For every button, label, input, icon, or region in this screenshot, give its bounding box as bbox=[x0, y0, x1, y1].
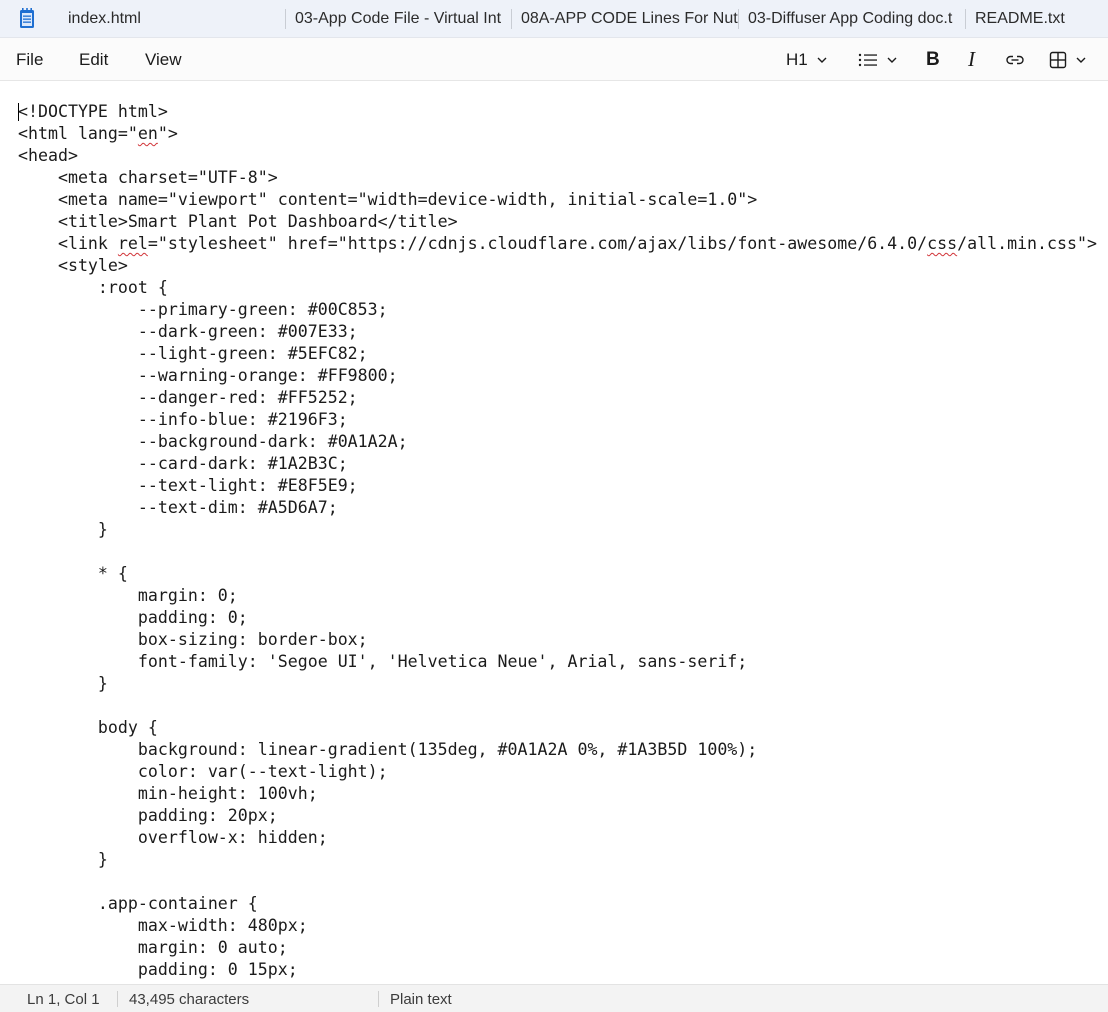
code-line: <!DOCTYPE html> bbox=[18, 102, 168, 121]
code-line: max-width: 480px; bbox=[18, 916, 308, 935]
code-line: :root { bbox=[18, 278, 168, 297]
code-line: color: var(--text-light); bbox=[18, 762, 388, 781]
table-dropdown[interactable] bbox=[1049, 38, 1087, 81]
code-text[interactable]: <!DOCTYPE html> <html lang="en"> <head> <m… bbox=[18, 101, 1097, 981]
code-line: padding: 0; bbox=[18, 608, 248, 627]
heading-dropdown[interactable]: H1 bbox=[786, 38, 828, 81]
menu-bar: File Edit View H1 B I bbox=[0, 38, 1108, 81]
code-line: --card-dark: #1A2B3C; bbox=[18, 454, 348, 473]
tab-label: 03-App Code File - Virtual Int bbox=[295, 10, 502, 27]
code-line: <html lang="en"> bbox=[18, 124, 178, 143]
code-line: --background-dark: #0A1A2A; bbox=[18, 432, 408, 451]
spellcheck-mark: rel bbox=[117, 234, 148, 253]
menu-edit[interactable]: Edit bbox=[79, 38, 108, 81]
tab-label: index.html bbox=[68, 10, 141, 27]
text-editor[interactable]: <!DOCTYPE html> <html lang="en"> <head> <m… bbox=[0, 81, 1108, 984]
chevron-down-icon bbox=[1076, 57, 1086, 63]
list-dropdown[interactable] bbox=[858, 38, 898, 81]
bold-button[interactable]: B bbox=[926, 38, 940, 81]
notepad-app-icon bbox=[20, 8, 34, 28]
tab-readme-txt[interactable]: README.txt bbox=[965, 0, 1108, 38]
status-divider bbox=[117, 991, 118, 1007]
code-line: ​ bbox=[18, 871, 1097, 893]
link-icon bbox=[1006, 55, 1024, 64]
character-count: 43,495 characters bbox=[129, 990, 250, 1008]
italic-icon: I bbox=[968, 47, 975, 71]
tab-label: 03-Diffuser App Coding doc.t bbox=[748, 10, 953, 27]
chevron-down-icon bbox=[817, 57, 827, 63]
bold-icon: B bbox=[926, 48, 940, 70]
code-line: body { bbox=[18, 718, 158, 737]
code-line: min-height: 100vh; bbox=[18, 784, 318, 803]
code-line: --light-green: #5EFC82; bbox=[18, 344, 368, 363]
spellcheck-mark: en bbox=[137, 124, 158, 143]
code-line: } bbox=[18, 674, 108, 693]
code-line: --text-light: #E8F5E9; bbox=[18, 476, 358, 495]
code-line: padding: 0 15px; bbox=[18, 960, 298, 979]
code-line: --warning-orange: #FF9800; bbox=[18, 366, 398, 385]
code-line: margin: 0; bbox=[18, 586, 238, 605]
chevron-down-icon bbox=[887, 57, 897, 63]
code-line: } bbox=[18, 850, 108, 869]
menu-file[interactable]: File bbox=[16, 38, 43, 81]
code-line: <meta charset="UTF-8"> bbox=[18, 168, 278, 187]
code-line: padding: 20px; bbox=[18, 806, 278, 825]
heading-dropdown-label: H1 bbox=[786, 49, 808, 69]
code-line: --danger-red: #FF5252; bbox=[18, 388, 358, 407]
tab-diffuser-app-coding[interactable]: 03-Diffuser App Coding doc.t bbox=[738, 0, 965, 38]
code-line: <link rel="stylesheet" href="https://cdn… bbox=[18, 234, 1097, 253]
code-line: .app-container { bbox=[18, 894, 258, 913]
status-bar: Ln 1, Col 1 43,495 characters Plain text bbox=[0, 984, 1108, 1012]
spellcheck-mark: css bbox=[927, 234, 958, 253]
tab-index-html[interactable]: index.html bbox=[58, 0, 284, 38]
tab-app-code-file[interactable]: 03-App Code File - Virtual Int bbox=[285, 0, 511, 38]
cursor-position: Ln 1, Col 1 bbox=[27, 990, 100, 1008]
tab-strip: index.html 03-App Code File - Virtual In… bbox=[0, 0, 1108, 38]
tab-label: README.txt bbox=[975, 10, 1065, 27]
code-line: font-family: 'Segoe UI', 'Helvetica Neue… bbox=[18, 652, 748, 671]
bulleted-list-icon bbox=[858, 53, 877, 66]
tab-label: 08A-APP CODE Lines For Nutr bbox=[521, 10, 738, 27]
code-line: <style> bbox=[18, 256, 128, 275]
table-icon bbox=[1049, 51, 1067, 68]
italic-button[interactable]: I bbox=[968, 38, 975, 81]
notepad-window: index.html 03-App Code File - Virtual In… bbox=[0, 0, 1108, 1012]
code-line: --text-dim: #A5D6A7; bbox=[18, 498, 338, 517]
file-format[interactable]: Plain text bbox=[390, 985, 452, 1012]
link-button[interactable] bbox=[1005, 38, 1025, 81]
menu-view[interactable]: View bbox=[145, 38, 182, 81]
code-line: --info-blue: #2196F3; bbox=[18, 410, 348, 429]
code-line: } bbox=[18, 520, 108, 539]
code-line: <meta name="viewport" content="width=dev… bbox=[18, 190, 758, 209]
status-divider bbox=[378, 991, 379, 1007]
code-line: <title>Smart Plant Pot Dashboard</title> bbox=[18, 212, 458, 231]
code-line: margin: 0 auto; bbox=[18, 938, 288, 957]
code-line: --dark-green: #007E33; bbox=[18, 322, 358, 341]
code-line: --primary-green: #00C853; bbox=[18, 300, 388, 319]
code-line: <head> bbox=[18, 146, 78, 165]
text-caret bbox=[18, 103, 19, 121]
tab-app-code-lines[interactable]: 08A-APP CODE Lines For Nutr bbox=[511, 0, 738, 38]
code-line: ​ bbox=[18, 695, 1097, 717]
code-line: ​ bbox=[18, 541, 1097, 563]
code-line: background: linear-gradient(135deg, #0A1… bbox=[18, 740, 758, 759]
code-line: box-sizing: border-box; bbox=[18, 630, 368, 649]
code-line: overflow-x: hidden; bbox=[18, 828, 328, 847]
code-line: * { bbox=[18, 564, 128, 583]
